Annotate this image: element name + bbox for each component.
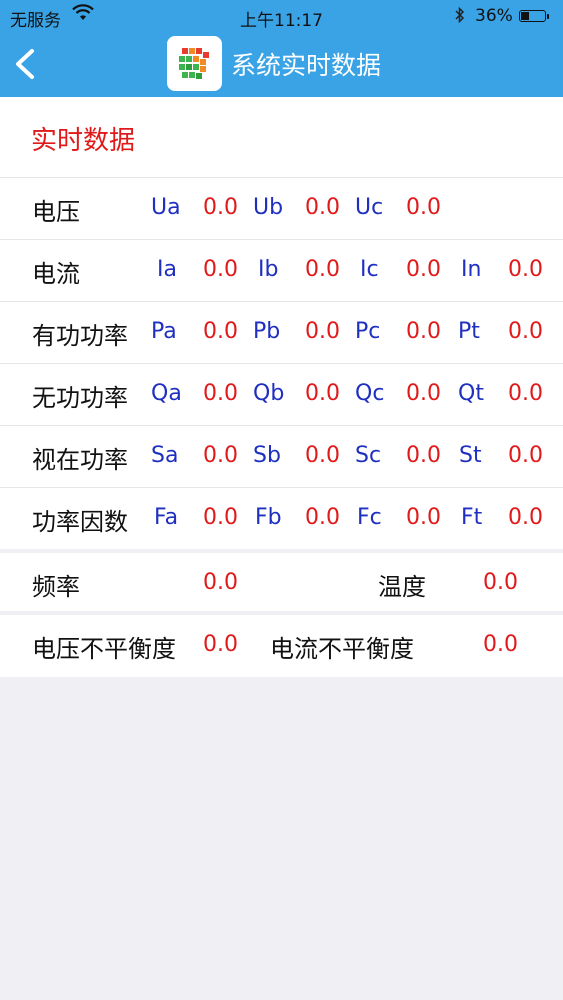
cell-key: Pc xyxy=(355,319,381,344)
power-factor-row: 功率因数 Fa 0.0 Fb 0.0 Fc 0.0 Ft 0.0 xyxy=(0,487,563,549)
cell-key: Pa xyxy=(151,319,177,344)
app-logo xyxy=(167,36,222,91)
cell-value: 0.0 xyxy=(203,443,238,468)
section-title: 实时数据 xyxy=(31,126,136,156)
cell-key: Sb xyxy=(253,443,281,468)
bluetooth-icon xyxy=(455,6,465,28)
frequency-row: 频率 0.0 温度 0.0 xyxy=(0,553,563,615)
cell-key: Ub xyxy=(253,195,284,220)
row-label: 视在功率 xyxy=(32,446,128,474)
frequency-label: 频率 xyxy=(32,573,80,601)
cell-key: Sa xyxy=(151,443,179,468)
reactive-power-row: 无功功率 Qa 0.0 Qb 0.0 Qc 0.0 Qt 0.0 xyxy=(0,363,563,425)
current-imbalance-label: 电流不平衡度 xyxy=(270,635,414,663)
cell-value: 0.0 xyxy=(203,505,238,530)
cell-value: 0.0 xyxy=(305,505,340,530)
active-power-row: 有功功率 Pa 0.0 Pb 0.0 Pc 0.0 Pt 0.0 xyxy=(0,301,563,363)
back-button[interactable] xyxy=(10,45,40,83)
cell-key: Ft xyxy=(461,505,483,530)
frequency-value: 0.0 xyxy=(203,570,238,595)
cell-key: Pb xyxy=(253,319,281,344)
cell-value: 0.0 xyxy=(508,257,543,282)
battery-percent: 36% xyxy=(475,6,513,26)
current-imbalance-value: 0.0 xyxy=(483,632,518,657)
cell-value: 0.0 xyxy=(305,319,340,344)
cell-key: Qc xyxy=(355,381,385,406)
cell-key: Ic xyxy=(360,257,379,282)
row-label: 电流 xyxy=(32,260,80,288)
row-label: 有功功率 xyxy=(32,322,128,350)
cell-key: Qa xyxy=(151,381,182,406)
cell-key: Ib xyxy=(258,257,279,282)
cell-key: Ia xyxy=(157,257,177,282)
page-title: 系统实时数据 xyxy=(231,51,382,80)
cell-value: 0.0 xyxy=(406,195,441,220)
chevron-left-icon xyxy=(16,49,34,79)
cell-value: 0.0 xyxy=(305,443,340,468)
cell-value: 0.0 xyxy=(305,257,340,282)
cell-key: Pt xyxy=(458,319,480,344)
temperature-value: 0.0 xyxy=(483,570,518,595)
cell-value: 0.0 xyxy=(203,381,238,406)
row-label: 无功功率 xyxy=(32,384,128,412)
cell-value: 0.0 xyxy=(406,319,441,344)
cell-value: 0.0 xyxy=(203,195,238,220)
cell-key: In xyxy=(461,257,482,282)
temperature-label: 温度 xyxy=(378,573,426,601)
row-label: 功率因数 xyxy=(32,508,128,536)
cell-key: Fb xyxy=(255,505,282,530)
voltage-imbalance-value: 0.0 xyxy=(203,632,238,657)
voltage-row: 电压 Ua 0.0 Ub 0.0 Uc 0.0 xyxy=(0,177,563,239)
voltage-imbalance-label: 电压不平衡度 xyxy=(32,635,176,663)
cell-value: 0.0 xyxy=(508,381,543,406)
row-label: 电压 xyxy=(32,198,80,226)
cell-value: 0.0 xyxy=(203,319,238,344)
cell-value: 0.0 xyxy=(305,195,340,220)
cell-key: Fa xyxy=(154,505,179,530)
cell-key: Qt xyxy=(458,381,484,406)
imbalance-row: 电压不平衡度 0.0 电流不平衡度 0.0 xyxy=(0,615,563,677)
cell-key: Ua xyxy=(151,195,181,220)
cell-value: 0.0 xyxy=(406,381,441,406)
cell-value: 0.0 xyxy=(406,257,441,282)
cell-key: Qb xyxy=(253,381,285,406)
cell-value: 0.0 xyxy=(406,505,441,530)
cell-value: 0.0 xyxy=(508,443,543,468)
battery-icon xyxy=(519,10,549,22)
cell-value: 0.0 xyxy=(305,381,340,406)
cell-value: 0.0 xyxy=(406,443,441,468)
cell-key: Uc xyxy=(355,195,384,220)
cell-key: Sc xyxy=(355,443,382,468)
cell-value: 0.0 xyxy=(508,319,543,344)
current-row: 电流 Ia 0.0 Ib 0.0 Ic 0.0 In 0.0 xyxy=(0,239,563,301)
nav-bar: 无服务 上午11:17 36% 系统实时数据 xyxy=(0,0,563,97)
cell-key: St xyxy=(459,443,482,468)
apparent-power-row: 视在功率 Sa 0.0 Sb 0.0 Sc 0.0 St 0.0 xyxy=(0,425,563,487)
cell-key: Fc xyxy=(357,505,382,530)
cell-value: 0.0 xyxy=(508,505,543,530)
cell-value: 0.0 xyxy=(203,257,238,282)
status-bar: 无服务 上午11:17 36% xyxy=(0,0,563,32)
